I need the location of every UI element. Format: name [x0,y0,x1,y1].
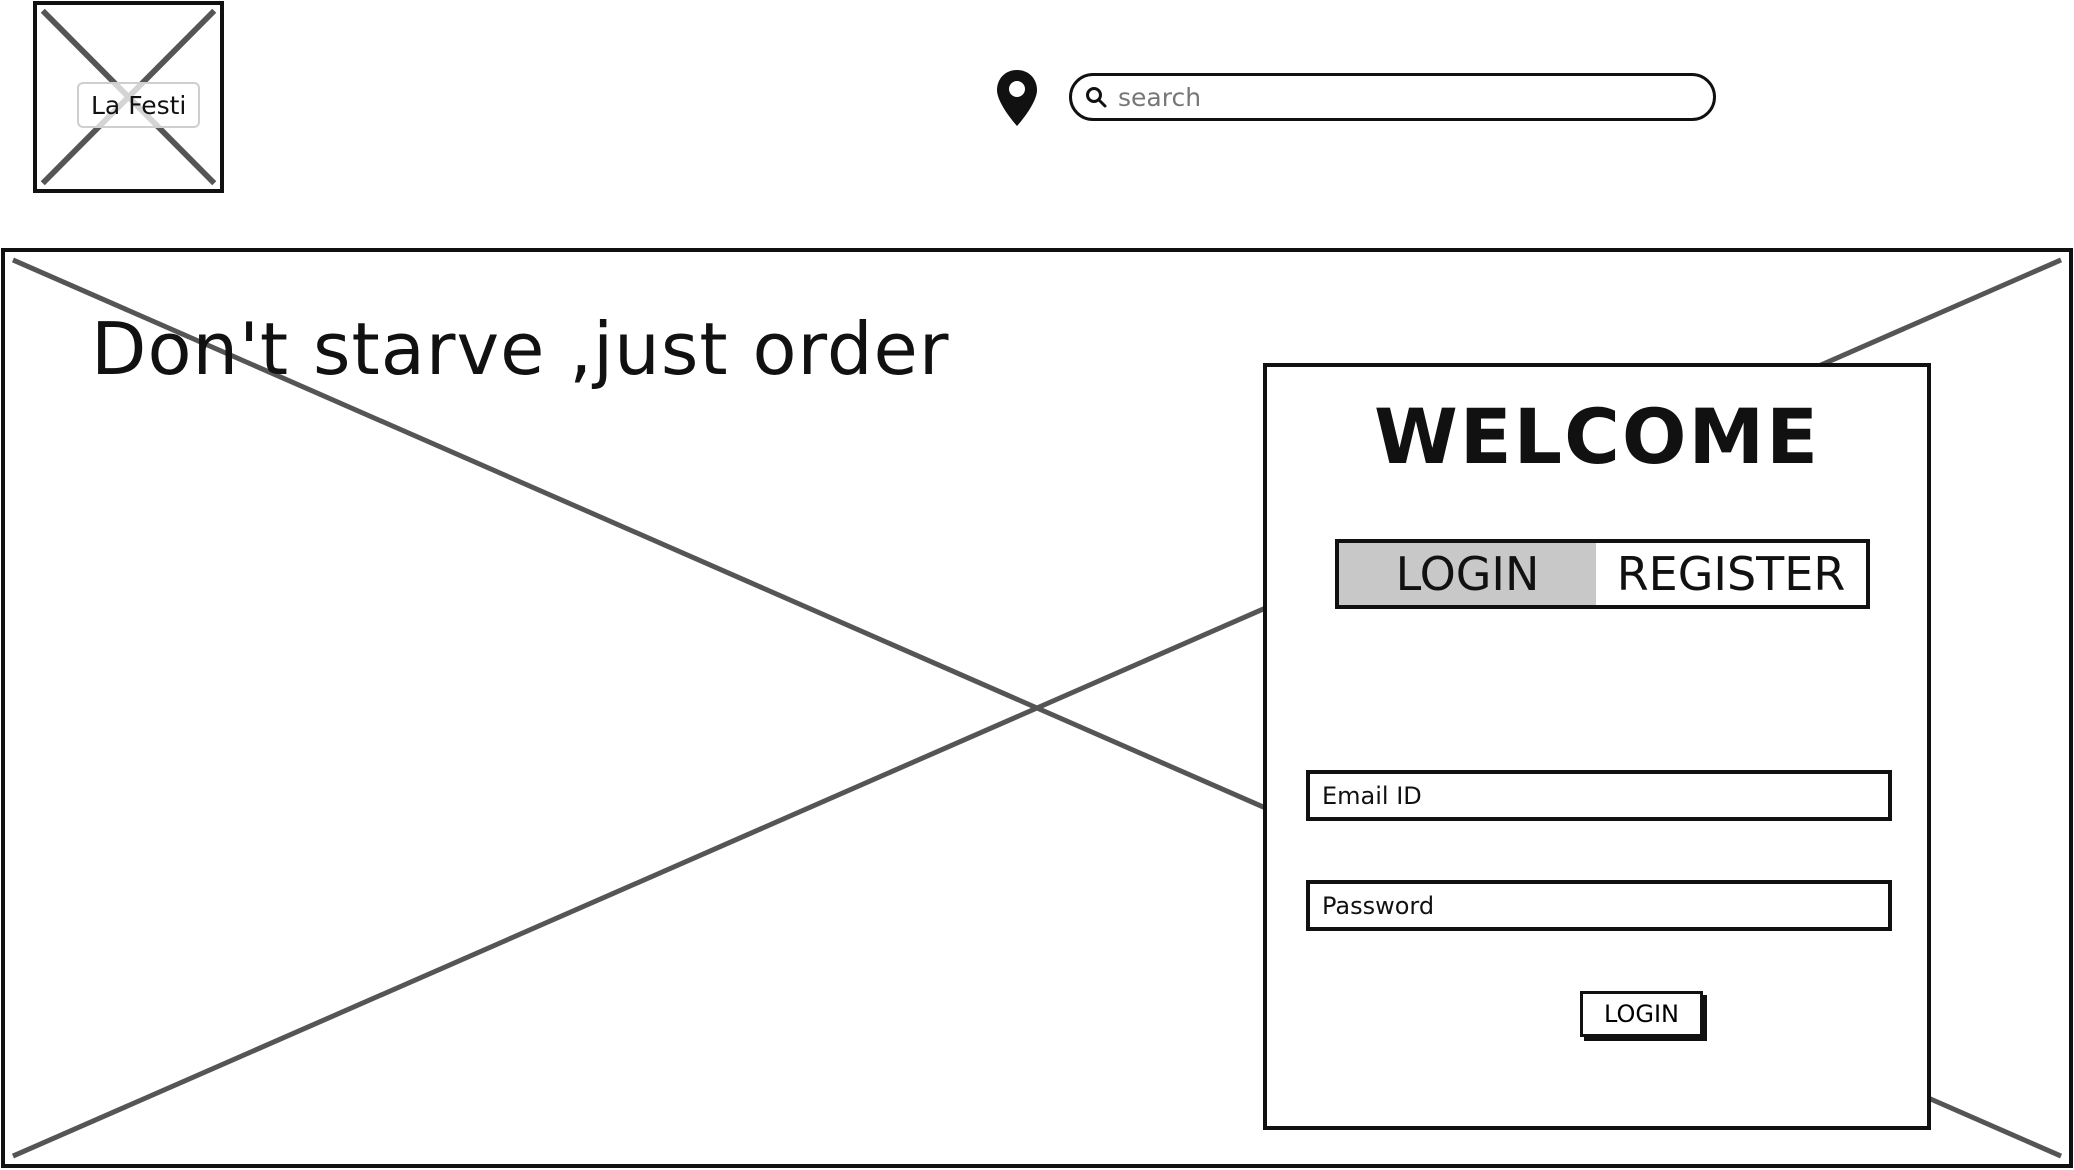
search-input[interactable] [1116,81,1680,113]
login-button[interactable]: LOGIN [1580,991,1703,1037]
tab-login[interactable]: LOGIN [1339,543,1596,605]
password-field[interactable] [1320,890,1888,921]
logo-label: La Festi [77,82,201,128]
search-icon [1084,85,1108,109]
login-card: WELCOME LOGIN REGISTER LOGIN [1263,363,1931,1130]
password-field-wrapper [1306,880,1892,931]
email-field-wrapper [1306,770,1892,821]
tab-register[interactable]: REGISTER [1596,543,1866,605]
email-field[interactable] [1320,780,1888,811]
hero-headline: Don't starve ,just order [91,307,950,391]
search-bar[interactable] [1069,73,1716,121]
logo-placeholder: La Festi [33,1,224,193]
location-pin-icon[interactable] [995,68,1039,128]
welcome-title: WELCOME [1373,392,1821,481]
auth-tabs: LOGIN REGISTER [1335,539,1870,609]
hero-image-placeholder: Don't starve ,just order WELCOME LOGIN R… [1,248,2073,1168]
